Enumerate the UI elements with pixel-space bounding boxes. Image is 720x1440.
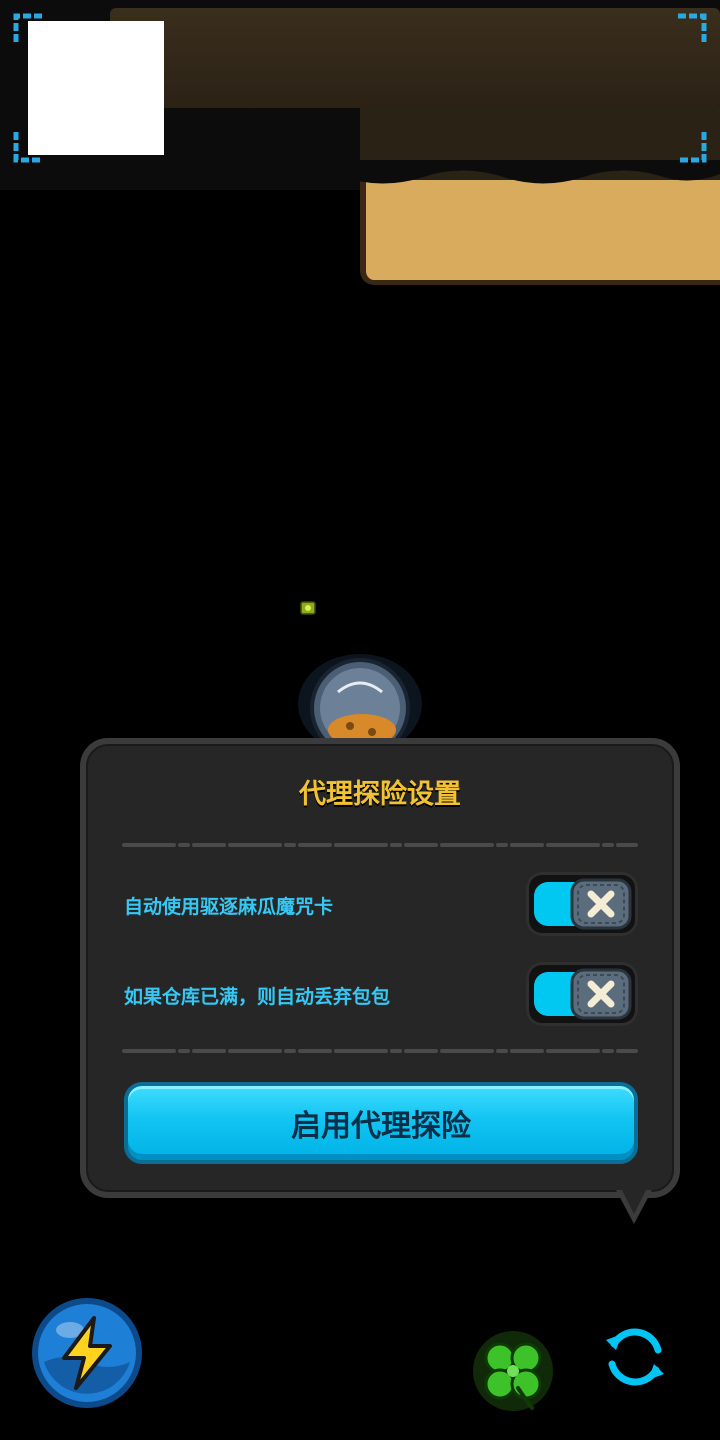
- divider: [122, 1049, 638, 1053]
- refresh-arrows-icon[interactable]: [600, 1322, 670, 1392]
- x-mark-icon: [570, 878, 632, 930]
- divider: [122, 843, 638, 847]
- x-mark-icon: [570, 968, 632, 1020]
- wave-edge: [0, 160, 720, 184]
- panel-title: 代理探险设置: [299, 779, 461, 810]
- frame-corner-icon: [678, 132, 707, 163]
- panel-pointer: [616, 1190, 652, 1224]
- player-avatar[interactable]: [28, 21, 164, 155]
- wooden-beam: [110, 8, 720, 108]
- diver-character: [298, 654, 422, 748]
- lightning-bolt-icon[interactable]: [30, 1296, 144, 1410]
- option-label-auto-spell-card: 自动使用驱逐麻瓜魔咒卡: [124, 896, 334, 918]
- four-leaf-clover-icon[interactable]: [470, 1328, 556, 1414]
- toggle-auto-spell-card[interactable]: [526, 872, 638, 936]
- toggle-auto-discard-bag[interactable]: [526, 962, 638, 1026]
- option-label-auto-discard-bag: 如果仓库已满，则自动丢弃包包: [124, 986, 391, 1008]
- fuel-can-icon: [300, 601, 316, 615]
- frame-corner-icon: [13, 13, 42, 42]
- start-auto-explore-button[interactable]: 启用代理探险: [124, 1082, 638, 1164]
- frame-corner-icon: [13, 132, 42, 163]
- frame-corner-icon: [678, 13, 707, 42]
